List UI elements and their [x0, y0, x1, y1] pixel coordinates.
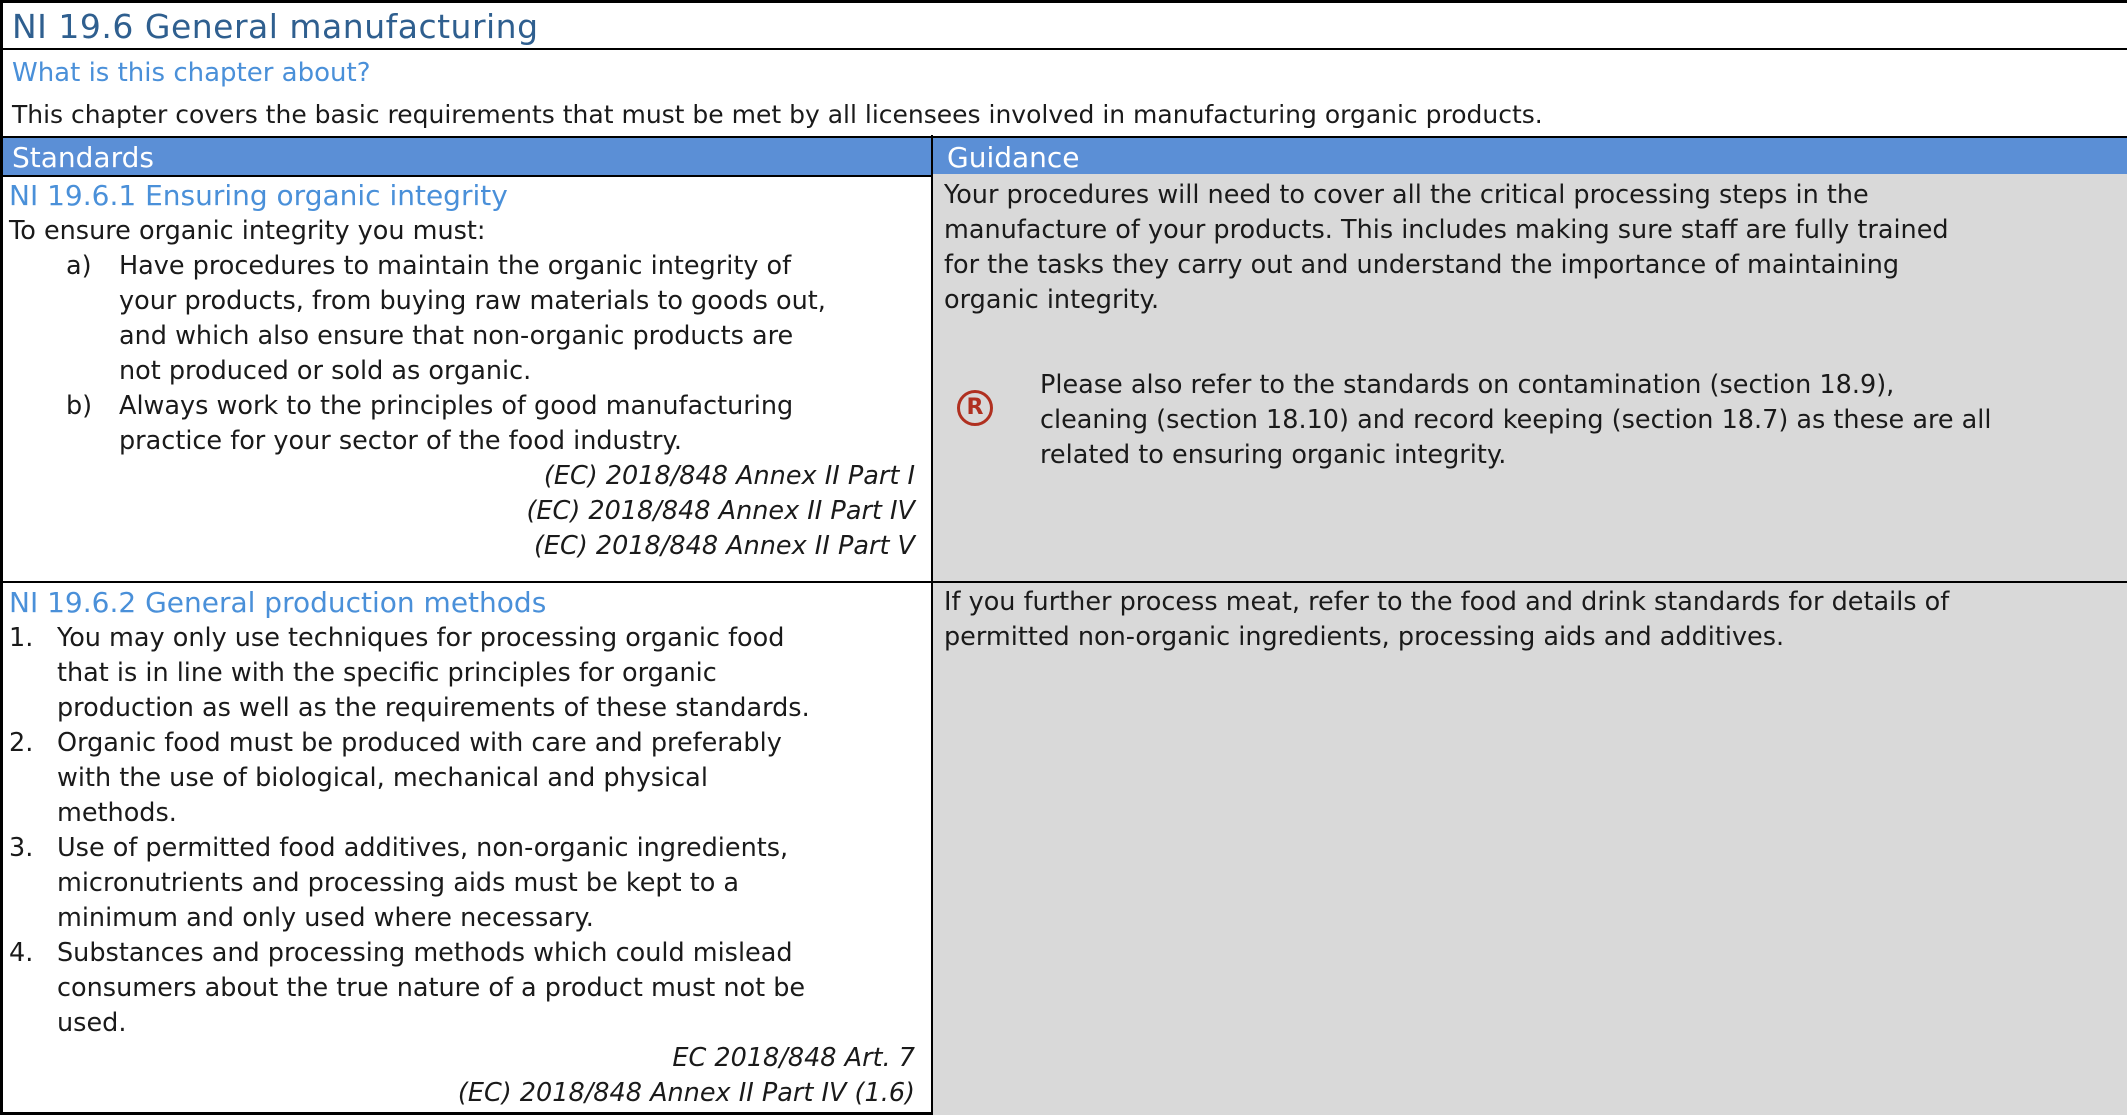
item-line: consumers about the true nature of a pro… [57, 973, 806, 1003]
note-line: cleaning (section 18.10) and record keep… [1040, 405, 1992, 435]
chapter-intro: This chapter covers the basic requiremen… [3, 94, 2127, 138]
item-line: production as well as the requirements o… [57, 693, 810, 723]
reference-line: EC 2018/848 Art. 7 [672, 1043, 915, 1073]
section-divider [0, 581, 2127, 583]
page-title: NI 19.6 General manufacturing [3, 3, 2127, 50]
item-line: practice for your sector of the food ind… [119, 426, 683, 456]
note-line: Please also refer to the standards on co… [1040, 370, 1895, 400]
registered-icon: R [957, 390, 993, 426]
table-header: Standards Guidance [3, 138, 2127, 177]
section2-list: 1. You may only use techniques for proce… [9, 621, 921, 1041]
item-line: and which also ensure that non-organic p… [119, 321, 794, 351]
item-line: methods. [57, 798, 177, 828]
section1-references: (EC) 2018/848 Annex II Part I (EC) 2018/… [9, 459, 921, 564]
list-item: b) Always work to the principles of good… [9, 389, 921, 459]
list-item: 4. Substances and processing methods whi… [9, 936, 921, 1041]
item-line: that is in line with the specific princi… [57, 658, 717, 688]
item-line: micronutrients and processing aids must … [57, 868, 740, 898]
section2-references: EC 2018/848 Art. 7 (EC) 2018/848 Annex I… [9, 1041, 921, 1111]
item-line: Use of permitted food additives, non-org… [57, 833, 789, 863]
reference-line: (EC) 2018/848 Annex II Part IV [526, 496, 915, 526]
standards-header: Standards [12, 141, 154, 174]
guidance-line: manufacture of your products. This inclu… [944, 215, 1949, 245]
section2-title: NI 19.6.2 General production methods [9, 586, 547, 619]
item-label: b) [66, 391, 93, 421]
guidance-line: permitted non-organic ingredients, proce… [944, 622, 1785, 652]
guidance-line: organic integrity. [944, 285, 1160, 315]
section1-title: NI 19.6.1 Ensuring organic integrity [9, 179, 508, 212]
guidance-line: Your procedures will need to cover all t… [944, 180, 1869, 210]
guidance-line: for the tasks they carry out and underst… [944, 250, 1900, 280]
reference-line: (EC) 2018/848 Annex II Part I [543, 461, 915, 491]
section2-guidance: If you further process meat, refer to th… [944, 585, 2114, 655]
column-divider [931, 135, 933, 1115]
section1-lead: To ensure organic integrity you must: [9, 216, 486, 246]
item-label: 4. [9, 938, 34, 968]
guidance-header: Guidance [947, 141, 1080, 174]
item-line: Always work to the principles of good ma… [119, 391, 794, 421]
reference-line: (EC) 2018/848 Annex II Part V [533, 531, 915, 561]
chapter-question: What is this chapter about? [12, 58, 371, 88]
item-label: 3. [9, 833, 34, 863]
item-line: your products, from buying raw materials… [119, 286, 826, 316]
section1-list: a) Have procedures to maintain the organ… [9, 249, 921, 459]
list-item: 1. You may only use techniques for proce… [9, 621, 921, 726]
item-label: a) [66, 251, 92, 281]
item-line: Substances and processing methods which … [57, 938, 793, 968]
reference-line: (EC) 2018/848 Annex II Part IV (1.6) [457, 1078, 915, 1108]
item-line: with the use of biological, mechanical a… [57, 763, 708, 793]
item-line: Have procedures to maintain the organic … [119, 251, 792, 281]
guidance-line: If you further process meat, refer to th… [944, 587, 1950, 617]
item-label: 1. [9, 623, 34, 653]
item-line: minimum and only used where necessary. [57, 903, 594, 933]
list-item: 3. Use of permitted food additives, non-… [9, 831, 921, 936]
item-line: used. [57, 1008, 127, 1038]
item-line: not produced or sold as organic. [119, 356, 532, 386]
section1-guidance: Your procedures will need to cover all t… [944, 178, 2114, 318]
section1-standards: NI 19.6.1 Ensuring organic integrity To … [9, 178, 921, 564]
list-item: a) Have procedures to maintain the organ… [9, 249, 921, 389]
list-item: 2. Organic food must be produced with ca… [9, 726, 921, 831]
section2-standards: NI 19.6.2 General production methods 1. … [9, 585, 921, 1111]
note-line: related to ensuring organic integrity. [1040, 440, 1507, 470]
item-line: Organic food must be produced with care … [57, 728, 782, 758]
section1-note: Please also refer to the standards on co… [1040, 368, 2110, 473]
item-label: 2. [9, 728, 34, 758]
item-line: You may only use techniques for processi… [57, 623, 785, 653]
